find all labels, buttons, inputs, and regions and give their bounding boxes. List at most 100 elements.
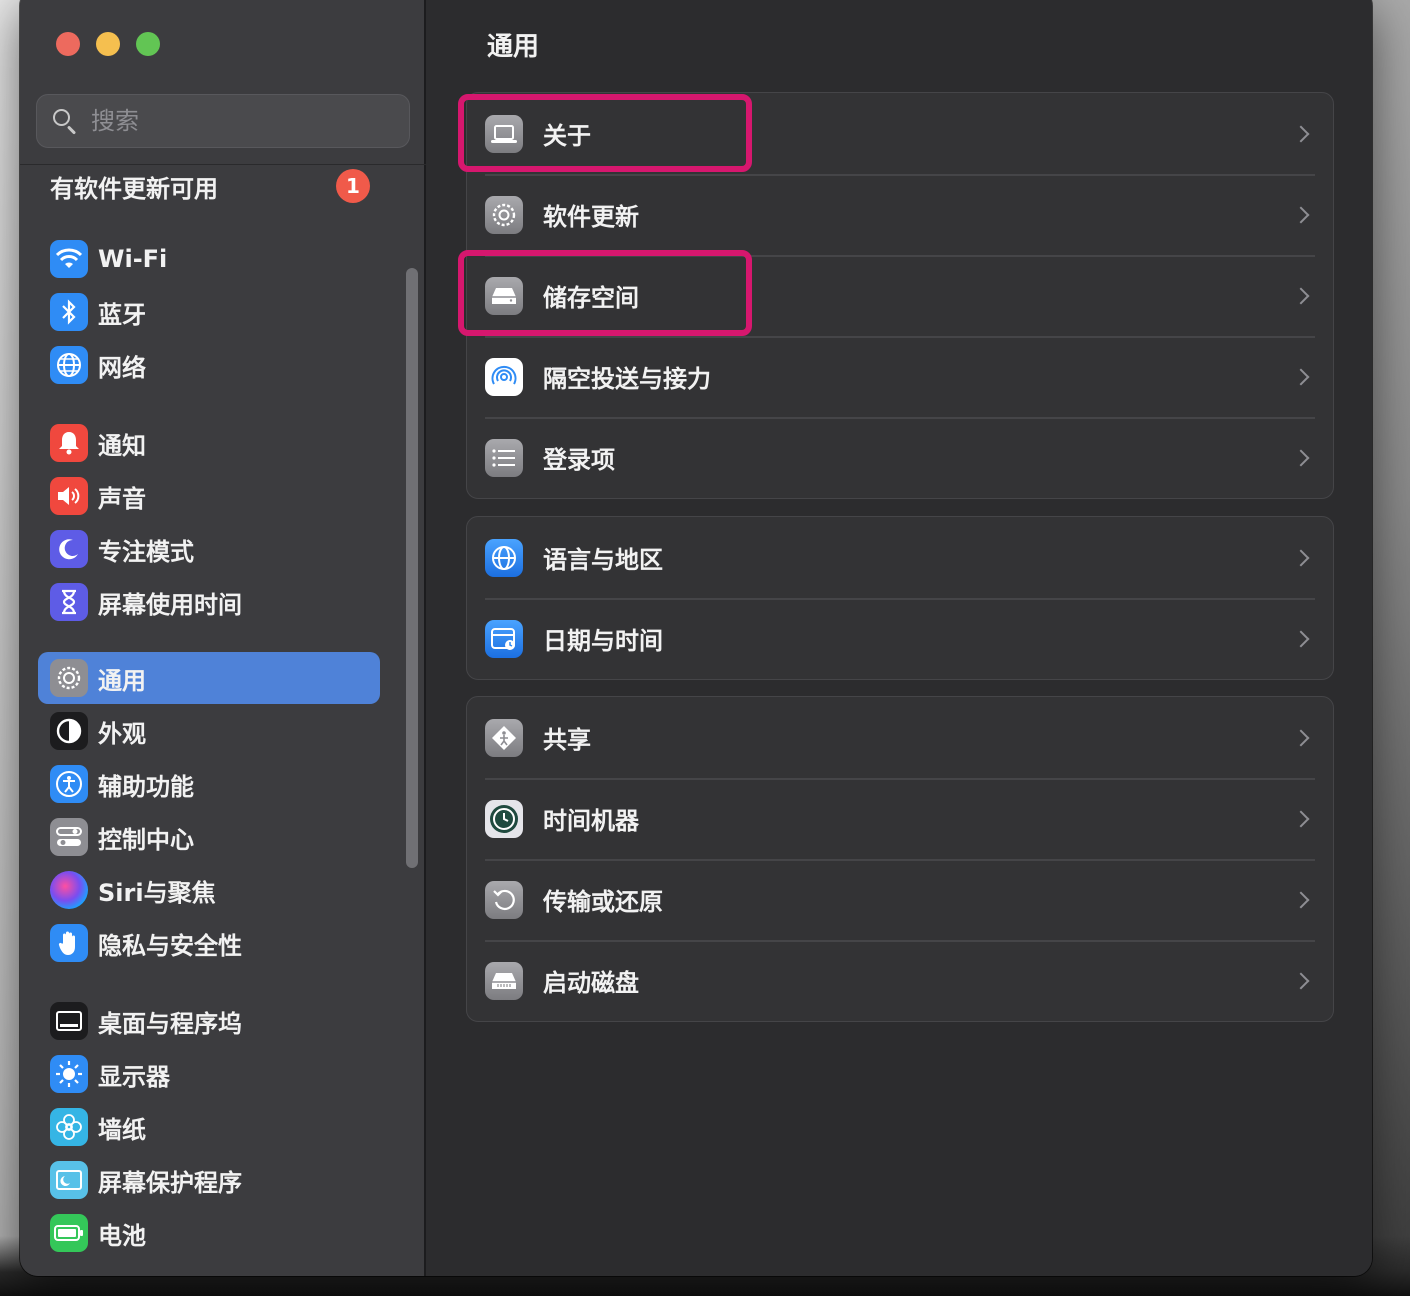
- sidebar-item-label: 屏幕使用时间: [98, 590, 242, 619]
- search-field[interactable]: [36, 94, 410, 148]
- sidebar-item-label: 显示器: [98, 1062, 170, 1091]
- moon-icon: [50, 530, 88, 568]
- sidebar-item-notifications[interactable]: 通知: [38, 417, 380, 469]
- chevron-right-icon: [1292, 549, 1310, 566]
- sidebar-item-label: 辅助功能: [98, 772, 194, 801]
- globe-icon: [485, 538, 523, 577]
- siri-icon: [50, 871, 88, 909]
- sidebar-item-privacy-security[interactable]: 隐私与安全性: [38, 917, 380, 969]
- sidebar-item-label: 专注模式: [98, 537, 194, 566]
- row-sharing[interactable]: 共享: [467, 697, 1333, 778]
- divider: [20, 164, 426, 165]
- row-label: 登录项: [543, 446, 615, 474]
- control-center-icon: [50, 818, 88, 856]
- search-icon: [51, 107, 79, 135]
- chevron-right-icon: [1292, 810, 1310, 827]
- chevron-right-icon: [1292, 891, 1310, 908]
- zoom-button[interactable]: [136, 32, 160, 56]
- sidebar-item-appearance[interactable]: 外观: [38, 705, 380, 757]
- sidebar-item-screensaver[interactable]: 屏幕保护程序: [38, 1154, 380, 1206]
- accessibility-icon: [50, 765, 88, 803]
- globe-icon: [50, 346, 88, 384]
- chevron-right-icon: [1292, 972, 1310, 989]
- bell-icon: [50, 424, 88, 462]
- sidebar-item-label: 电池: [98, 1221, 146, 1250]
- minimize-button[interactable]: [96, 32, 120, 56]
- gear-icon: [50, 659, 88, 697]
- sidebar-item-label: 控制中心: [98, 825, 194, 854]
- sidebar-item-displays[interactable]: 显示器: [38, 1048, 380, 1100]
- dock-icon: [50, 1002, 88, 1040]
- row-startup-disk[interactable]: 启动磁盘: [467, 940, 1333, 1021]
- sidebar-item-wallpaper[interactable]: 墙纸: [38, 1101, 380, 1153]
- sidebar-item-label: 通知: [98, 431, 146, 460]
- battery-icon: [50, 1214, 88, 1252]
- appearance-icon: [50, 712, 88, 750]
- sidebar-item-label: 网络: [98, 353, 146, 382]
- chevron-right-icon: [1292, 729, 1310, 746]
- settings-group-3: 共享 时间机器 传输或还原 启动磁盘: [466, 696, 1334, 1022]
- sidebar-item-label: 声音: [98, 484, 146, 513]
- sidebar-item-general[interactable]: 通用: [38, 652, 380, 704]
- flower-icon: [50, 1108, 88, 1146]
- screensaver-icon: [50, 1161, 88, 1199]
- software-update-available[interactable]: 有软件更新可用 1: [50, 166, 370, 206]
- main-pane: 通用 关于 软件更新 储存空间 隔空投送与接力 登录项 语言与地区 日期与时间 …: [428, 0, 1372, 1276]
- row-transfer-reset[interactable]: 传输或还原: [467, 859, 1333, 940]
- update-badge: 1: [336, 169, 370, 203]
- row-label: 启动磁盘: [543, 969, 639, 997]
- chevron-right-icon: [1292, 287, 1310, 304]
- row-label: 软件更新: [543, 203, 639, 231]
- bluetooth-icon: [50, 293, 88, 331]
- sidebar: 有软件更新可用 1 Wi-Fi 蓝牙 网络 通知: [20, 0, 426, 1276]
- sidebar-item-sound[interactable]: 声音: [38, 470, 380, 522]
- sidebar-item-siri-spotlight[interactable]: Siri与聚焦: [38, 864, 380, 916]
- sidebar-item-desktop-dock[interactable]: 桌面与程序坞: [38, 995, 380, 1047]
- row-label: 日期与时间: [543, 627, 663, 655]
- row-label: 传输或还原: [543, 888, 663, 916]
- sidebar-item-screen-time[interactable]: 屏幕使用时间: [38, 576, 380, 628]
- row-date-time[interactable]: 日期与时间: [467, 598, 1333, 679]
- traffic-lights: [56, 32, 160, 56]
- row-label: 时间机器: [543, 807, 639, 835]
- row-software-update[interactable]: 软件更新: [467, 174, 1333, 255]
- hand-icon: [50, 924, 88, 962]
- restore-icon: [485, 880, 523, 919]
- row-login-items[interactable]: 登录项: [467, 417, 1333, 498]
- chevron-right-icon: [1292, 630, 1310, 647]
- chevron-right-icon: [1292, 125, 1310, 142]
- sidebar-scrollbar[interactable]: [406, 268, 418, 868]
- gear-badge-icon: [485, 195, 523, 234]
- row-time-machine[interactable]: 时间机器: [467, 778, 1333, 859]
- row-language-region[interactable]: 语言与地区: [467, 517, 1333, 598]
- sidebar-item-label: 隐私与安全性: [98, 931, 242, 960]
- hourglass-icon: [50, 583, 88, 621]
- row-airdrop-handoff[interactable]: 隔空投送与接力: [467, 336, 1333, 417]
- sidebar-item-control-center[interactable]: 控制中心: [38, 811, 380, 863]
- sidebar-item-network[interactable]: 网络: [38, 339, 380, 391]
- sidebar-item-label: Siri与聚焦: [98, 878, 216, 907]
- sidebar-item-wifi[interactable]: Wi-Fi: [38, 233, 380, 285]
- wifi-icon: [50, 240, 88, 278]
- highlight-box-storage: [458, 250, 752, 336]
- sidebar-item-bluetooth[interactable]: 蓝牙: [38, 286, 380, 338]
- sidebar-item-label: 桌面与程序坞: [98, 1009, 242, 1038]
- settings-group-2: 语言与地区 日期与时间: [466, 516, 1334, 680]
- sidebar-item-focus[interactable]: 专注模式: [38, 523, 380, 575]
- list-icon: [485, 438, 523, 477]
- chevron-right-icon: [1292, 368, 1310, 385]
- time-machine-icon: [485, 799, 523, 838]
- share-icon: [485, 718, 523, 757]
- row-label: 语言与地区: [543, 546, 663, 574]
- search-input[interactable]: [91, 107, 391, 135]
- close-button[interactable]: [56, 32, 80, 56]
- page-title: 通用: [487, 32, 540, 62]
- calendar-clock-icon: [485, 619, 523, 658]
- sidebar-item-label: 屏幕保护程序: [98, 1168, 242, 1197]
- sidebar-item-label: Wi-Fi: [98, 245, 168, 273]
- speaker-icon: [50, 477, 88, 515]
- startup-disk-icon: [485, 961, 523, 1000]
- sidebar-item-battery[interactable]: 电池: [38, 1207, 380, 1259]
- sidebar-item-accessibility[interactable]: 辅助功能: [38, 758, 380, 810]
- row-label: 共享: [543, 726, 591, 754]
